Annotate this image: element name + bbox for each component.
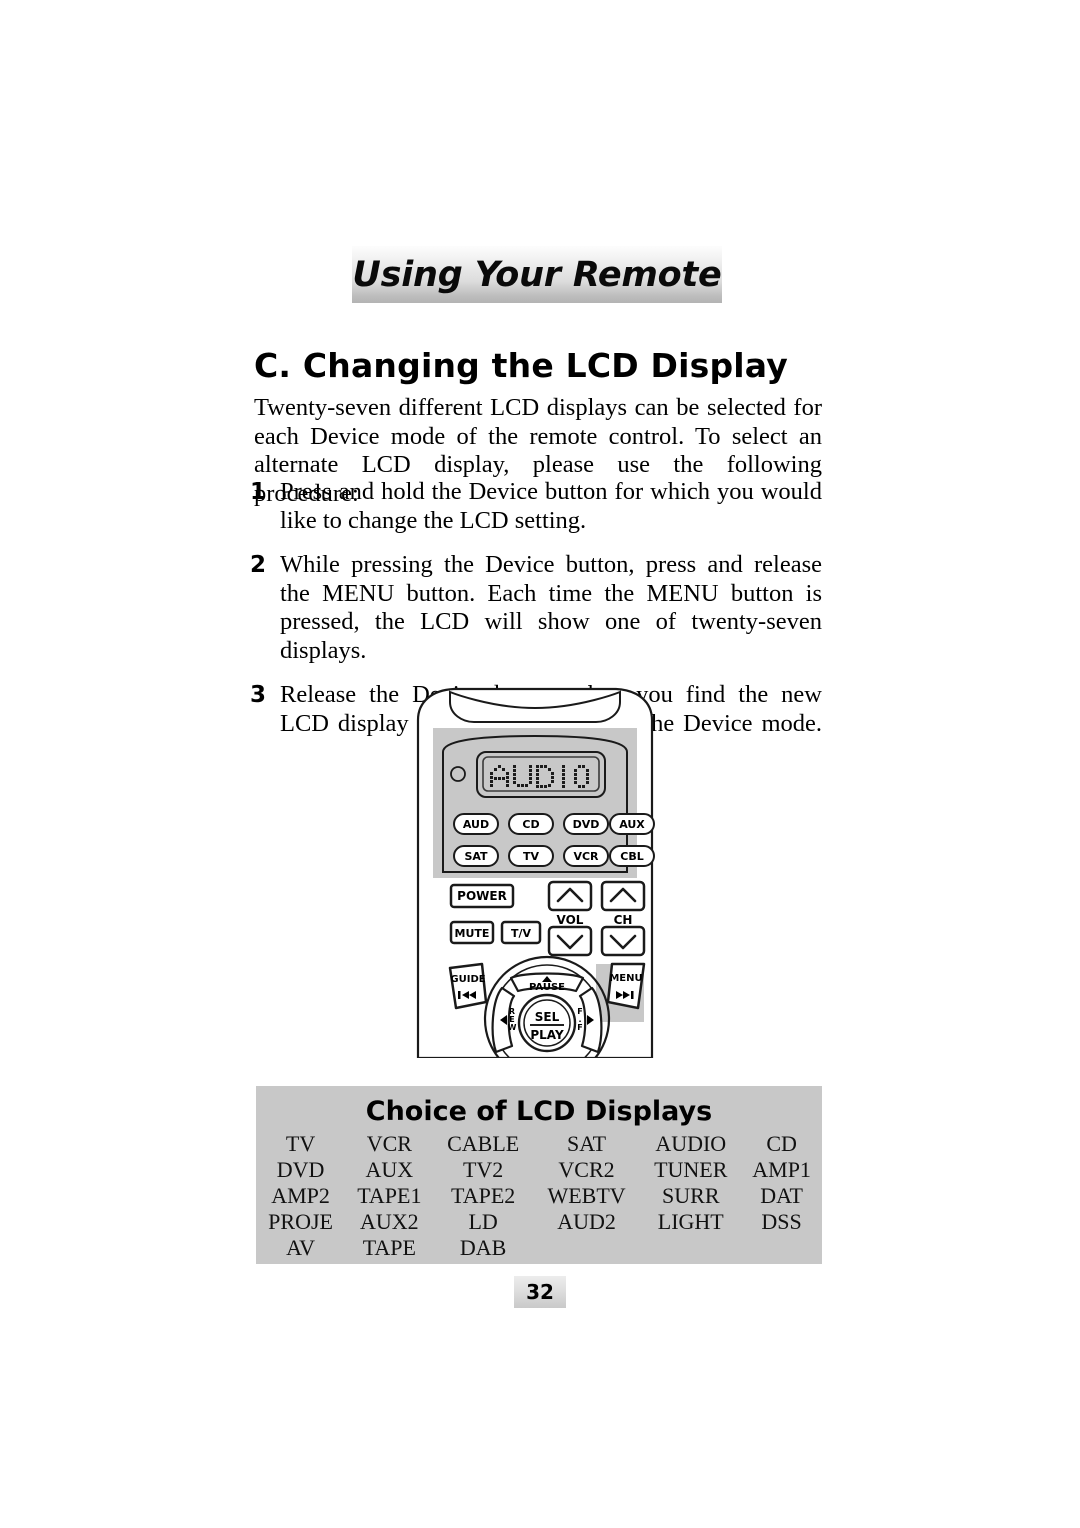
lcd-choice-cell: AV [286,1235,316,1260]
lcd-choice-cell: AUX2 [360,1209,419,1234]
lcd-choice-cell: AUX [365,1157,414,1182]
lcd-choice-cell: DSS [761,1209,802,1234]
manual-page: Using Your Remote C. Changing the LCD Di… [0,0,1080,1528]
svg-text:PLAY: PLAY [530,1028,564,1042]
step-text: Press and hold the Device button for whi… [280,478,822,534]
lcd-choice-cell: SAT [566,1131,607,1156]
svg-text:AUX: AUX [619,818,645,831]
lcd-choice-cell: PROJE [268,1209,333,1234]
lcd-choice-cell [640,1235,741,1261]
lcd-choice-cell: CABLE [447,1131,520,1156]
channel-down-button [600,925,646,957]
menu-button [606,962,646,1010]
page-header-banner: Using Your Remote [352,246,722,303]
svg-text:SAT: SAT [464,850,488,863]
step-number: 1 [250,479,267,505]
svg-text:MENU: MENU [609,973,642,984]
lcd-choice-cell: TV [285,1131,316,1156]
lcd-choices-panel: Choice of LCD Displays TV VCR CABLE SAT AUDI… [256,1086,822,1264]
table-row: PROJE AUX2 LD AUD2 LIGHT DSS [256,1209,822,1235]
table-row: DVD AUX TV2 VCR2 TUNER AMP1 [256,1157,822,1183]
svg-text:T/V: T/V [511,927,532,940]
volume-up-button [547,880,593,912]
svg-text:TV: TV [523,850,540,863]
procedure-step: 1 Press and hold the Device button for w… [250,478,822,535]
svg-text:W: W [508,1023,517,1032]
svg-text:CBL: CBL [620,850,643,863]
svg-text:CD: CD [522,818,539,831]
svg-text:DVD: DVD [573,818,600,831]
table-row: TV VCR CABLE SAT AUDIO CD [256,1131,822,1157]
svg-text:VOL: VOL [557,913,584,927]
svg-text:AUD: AUD [463,818,489,831]
lcd-choice-cell: SURR [662,1183,720,1208]
table-row: AMP2 TAPE1 TAPE2 WEBTV SURR DAT [256,1183,822,1209]
lcd-choice-cell: WEBTV [547,1183,626,1208]
procedure-step: 2 While pressing the Device button, pres… [250,551,822,665]
svg-text:MUTE: MUTE [455,927,490,940]
volume-down-button [547,925,593,957]
lcd-choice-cell: LD [468,1209,498,1234]
lcd-choice-cell: DAT [760,1183,803,1208]
lcd-choice-cell: AMP1 [752,1157,811,1182]
lcd-choice-cell: CD [766,1131,797,1156]
lcd-choice-cell: DAB [459,1235,507,1260]
lcd-choice-cell [741,1235,822,1261]
guide-button [448,962,488,1010]
section-title: C. Changing the LCD Display [254,346,788,385]
svg-text:PAUSE: PAUSE [529,982,565,993]
lcd-choice-cell: LIGHT [657,1209,724,1234]
svg-text:CH: CH [614,913,633,927]
lcd-choice-cell: AUD2 [557,1209,616,1234]
svg-text:POWER: POWER [457,889,507,903]
lcd-choice-cell: TUNER [654,1157,728,1182]
lcd-choice-cell: TV2 [462,1157,504,1182]
svg-text:VCR: VCR [573,850,599,863]
svg-text:GUIDE: GUIDE [450,974,485,985]
lcd-choice-cell: VCR [366,1131,412,1156]
lcd-choice-cell: TAPE [362,1235,416,1260]
lcd-choice-cell: TAPE1 [357,1183,422,1208]
lcd-choice-cell: AUDIO [655,1131,727,1156]
lcd-choice-cell: DVD [276,1157,325,1182]
page-number: 32 [514,1276,566,1308]
svg-text:SEL: SEL [535,1010,560,1024]
lcd-choice-cell: AMP2 [271,1183,330,1208]
lcd-choices-title: Choice of LCD Displays [365,1096,713,1127]
remote-led-indicator [450,766,466,782]
lcd-choice-cell: VCR2 [558,1157,615,1182]
channel-up-button [600,880,646,912]
step-number: 3 [250,682,267,708]
step-text: While pressing the Device button, press … [280,551,822,664]
remote-control-illustration: AUD CD DVD AUX SAT TV VCR CBL POWER MUTE… [410,686,660,1058]
step-number: 2 [250,552,267,578]
svg-text:F: F [577,1023,582,1032]
lcd-choice-cell: TAPE2 [451,1183,516,1208]
lcd-choices-table: TV VCR CABLE SAT AUDIO CD DVD AUX TV2 VCR2 TUNER AM… [256,1131,822,1261]
lcd-choice-cell [533,1235,641,1261]
table-row: AV TAPE DAB [256,1235,822,1261]
page-header-title: Using Your Remote [352,254,722,295]
